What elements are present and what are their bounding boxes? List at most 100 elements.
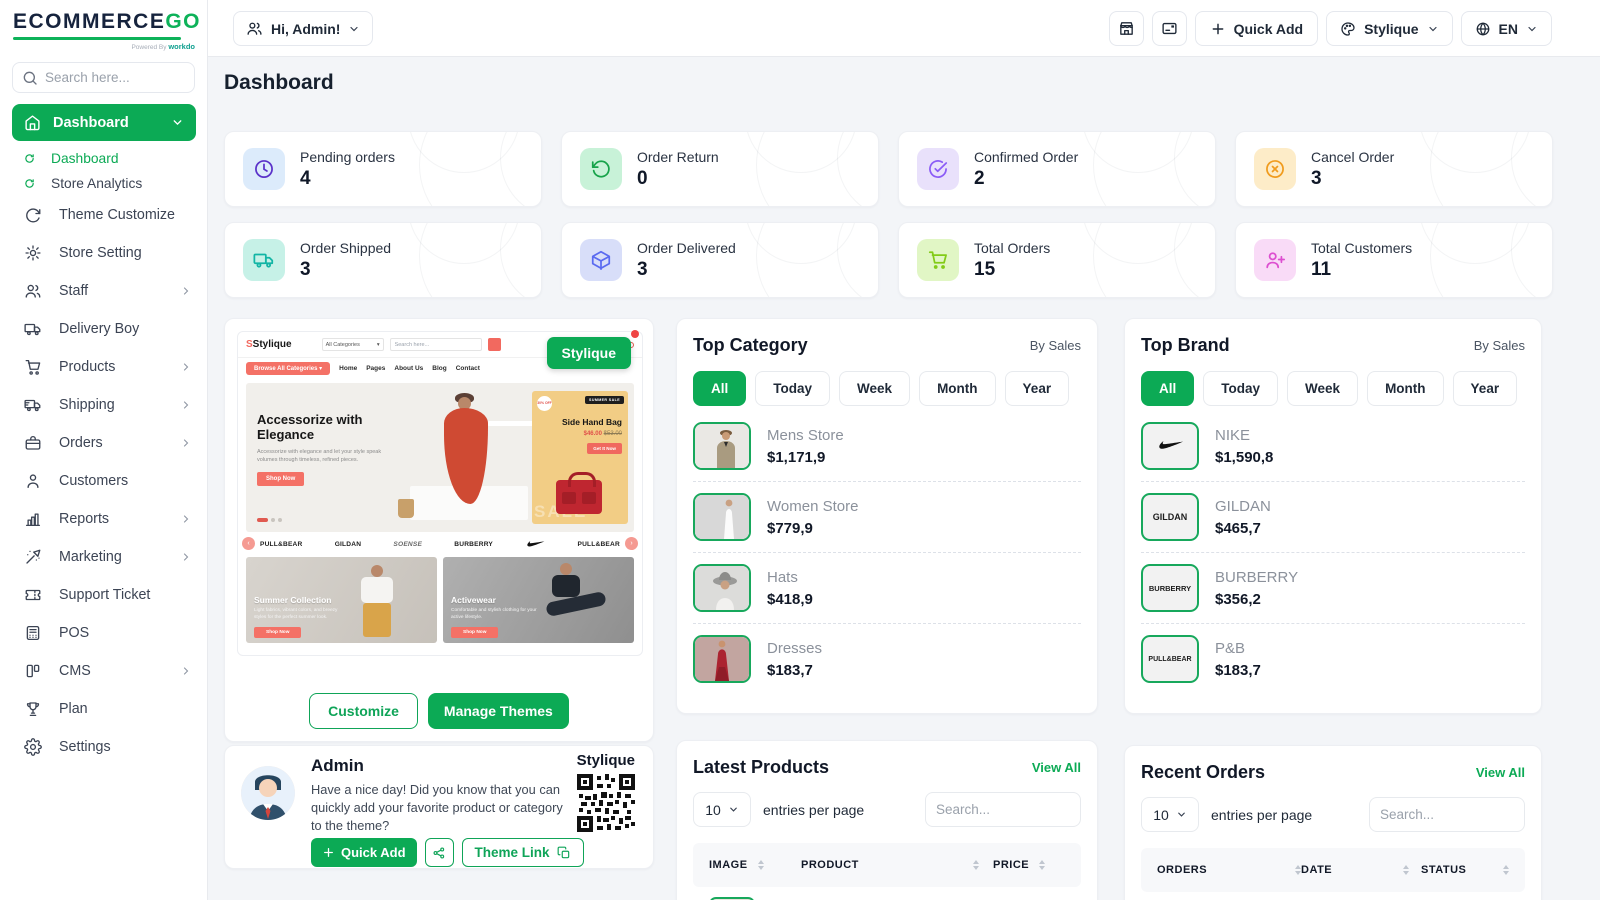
- page-title: Dashboard: [224, 71, 334, 95]
- cancel-circle-icon: [1254, 148, 1296, 190]
- tab-today[interactable]: Today: [755, 371, 830, 406]
- theme-customize-icon: [24, 206, 42, 224]
- sidebar-item-delivery-boy[interactable]: Delivery Boy: [0, 310, 208, 348]
- storefront-hero: Accessorize withElegance Accessorize wit…: [246, 383, 634, 532]
- staff-icon: [24, 282, 42, 300]
- theme-switcher-button[interactable]: Stylique: [1326, 11, 1452, 46]
- sidebar-item-store-setting[interactable]: Store Setting: [0, 234, 208, 272]
- sidebar-item-customers[interactable]: Customers: [0, 462, 208, 500]
- sidebar-item-support-ticket[interactable]: Support Ticket: [0, 576, 208, 614]
- sidebar-item-shipping[interactable]: Shipping: [0, 386, 208, 424]
- share-button[interactable]: [425, 838, 454, 867]
- language-button[interactable]: EN: [1461, 11, 1552, 46]
- view-all-link[interactable]: View All: [1032, 760, 1081, 775]
- tab-week[interactable]: Week: [1287, 371, 1358, 406]
- storefront-preview[interactable]: SStylique All Categories▾ Search here...…: [237, 331, 643, 656]
- globe-icon: [1475, 21, 1491, 37]
- logo-underline: [13, 37, 181, 40]
- user-menu-button[interactable]: Hi, Admin!: [233, 11, 373, 46]
- tab-today[interactable]: Today: [1203, 371, 1278, 406]
- sidebar-item-staff[interactable]: Staff: [0, 272, 208, 310]
- stat-card-total-customers: Total Customers11: [1235, 222, 1553, 298]
- delivery-truck-icon: [24, 320, 42, 338]
- sidebar-item-reports[interactable]: Reports: [0, 500, 208, 538]
- sidebar-item-plan[interactable]: Plan: [0, 690, 208, 728]
- sort-icon: [1503, 865, 1509, 875]
- logo-text: ECOMMERCE: [13, 10, 165, 33]
- sidebar-item-marketing[interactable]: Marketing: [0, 538, 208, 576]
- by-sales-label: By Sales: [1030, 338, 1081, 353]
- sidebar-item-orders[interactable]: Orders: [0, 424, 208, 462]
- card-icon: [1161, 20, 1178, 37]
- sidebar-item-pos[interactable]: POS: [0, 614, 208, 652]
- chevron-down-icon: [1427, 23, 1439, 35]
- hero-title: Accessorize withElegance: [257, 413, 382, 443]
- sidebar-group-dashboard[interactable]: Dashboard: [12, 104, 196, 141]
- quick-add-button[interactable]: Quick Add: [1195, 11, 1319, 46]
- pullandbear-logo: PULL&BEAR: [1141, 635, 1199, 683]
- palette-icon: [1340, 21, 1356, 37]
- view-all-link[interactable]: View All: [1476, 765, 1525, 780]
- trophy-icon: [24, 700, 42, 718]
- category-thumbnail: [693, 493, 751, 541]
- chevron-right-icon: [180, 665, 192, 677]
- tab-year[interactable]: Year: [1005, 371, 1070, 406]
- table-search-input[interactable]: [1369, 797, 1525, 832]
- chevron-down-icon: [1526, 23, 1538, 35]
- table-search-input[interactable]: [925, 792, 1081, 827]
- manage-themes-button[interactable]: Manage Themes: [428, 693, 569, 729]
- sidebar-subitem-dashboard[interactable]: Dashboard: [0, 146, 208, 171]
- cms-icon: [24, 662, 42, 680]
- sidebar-nav: Theme Customize Store Setting Staff Deli…: [0, 196, 208, 766]
- tab-all[interactable]: All: [693, 371, 746, 406]
- tab-month[interactable]: Month: [1367, 371, 1443, 406]
- news-card-button[interactable]: [1152, 11, 1187, 46]
- users-icon: [246, 20, 263, 37]
- sidebar-subitem-store-analytics[interactable]: Store Analytics: [0, 171, 208, 196]
- latest-products-card: Latest Products View All 10 entries per …: [676, 740, 1098, 900]
- quick-add-button[interactable]: Quick Add: [311, 838, 417, 867]
- chevron-right-icon: [180, 285, 192, 297]
- package-icon: [580, 239, 622, 281]
- stat-card-order-return: Order Return0: [561, 131, 879, 207]
- customize-button[interactable]: Customize: [309, 693, 418, 729]
- store-icon: [1118, 20, 1135, 37]
- category-thumbnail: [693, 635, 751, 683]
- page-size-select[interactable]: 10: [693, 792, 751, 827]
- active-theme-badge: Stylique: [547, 337, 631, 369]
- sidebar: ECOMMERCEGO Powered By workdo Dashboard …: [0, 0, 208, 900]
- sidebar-item-settings[interactable]: Settings: [0, 728, 208, 766]
- page-size-select[interactable]: 10: [1141, 797, 1199, 832]
- theme-link-button[interactable]: Theme Link: [462, 838, 584, 867]
- qr-theme-label: Stylique: [577, 752, 635, 769]
- sidebar-item-products[interactable]: Products: [0, 348, 208, 386]
- stat-card-order-shipped: Order Shipped3: [224, 222, 542, 298]
- tab-week[interactable]: Week: [839, 371, 910, 406]
- latest-products-title: Latest Products: [693, 757, 829, 778]
- group-label: Dashboard: [53, 115, 159, 131]
- handbag-image: [556, 480, 602, 514]
- main-content: Dashboard Pending orders4 Order Return0 …: [208, 57, 1600, 900]
- entries-label: entries per page: [763, 802, 864, 818]
- sidebar-item-cms[interactable]: CMS: [0, 652, 208, 690]
- banner-button: Shop Now: [451, 627, 498, 638]
- tab-year[interactable]: Year: [1453, 371, 1518, 406]
- plus-icon: [1210, 21, 1226, 37]
- sidebar-item-theme-customize[interactable]: Theme Customize: [0, 196, 208, 234]
- app-logo[interactable]: ECOMMERCEGO Powered By workdo: [13, 10, 195, 51]
- greeting-label: Hi, Admin!: [271, 21, 340, 37]
- nike-swoosh-icon: [1141, 422, 1199, 470]
- sidebar-search-input[interactable]: [45, 63, 190, 92]
- tab-all[interactable]: All: [1141, 371, 1194, 406]
- chevron-right-icon: [180, 437, 192, 449]
- tab-month[interactable]: Month: [919, 371, 995, 406]
- user-plus-icon: [1254, 239, 1296, 281]
- storefront-button[interactable]: [1109, 11, 1144, 46]
- card-pattern: [1430, 222, 1553, 298]
- chevron-right-icon: [180, 399, 192, 411]
- stat-card-total-orders: Total Orders15: [898, 222, 1216, 298]
- card-pattern: [1093, 222, 1216, 298]
- check-circle-icon: [917, 148, 959, 190]
- get-it-now-button: Get It Now: [587, 443, 622, 454]
- burberry-logo: BURBERRY: [1141, 564, 1199, 612]
